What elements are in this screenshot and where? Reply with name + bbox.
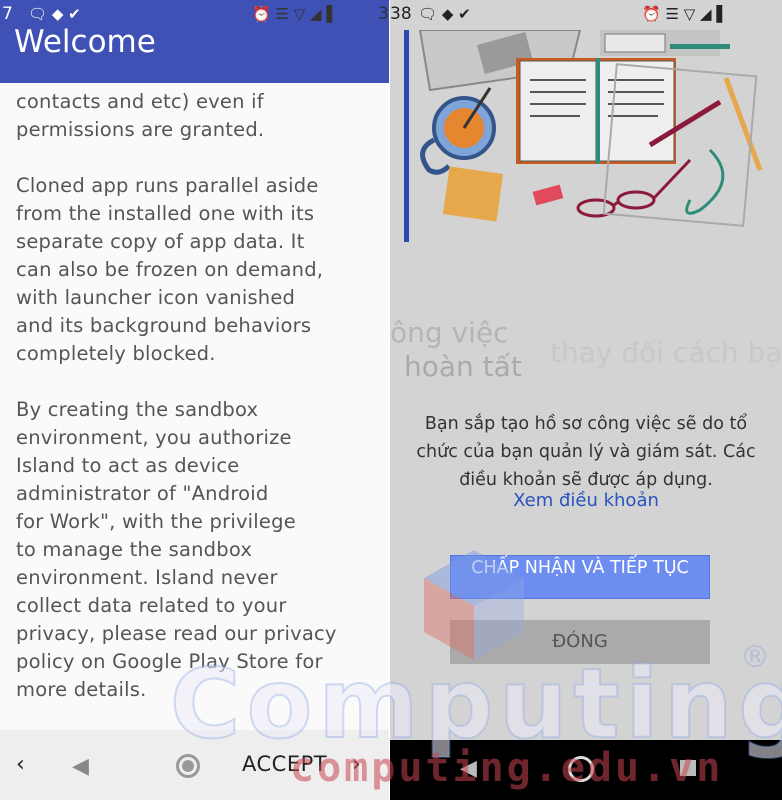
check-icon: ✔	[68, 5, 81, 23]
alarm-icon: ⏰	[642, 5, 661, 23]
ruler-shape	[670, 44, 730, 49]
alarm-icon: ⏰	[252, 5, 271, 23]
status-time: 7	[2, 4, 13, 24]
welcome-description: contacts and etc) even if permissions ar…	[16, 88, 376, 732]
system-icons: ⏰ ☰ ▽ ◢ ▌	[252, 5, 338, 23]
wifi-icon: ▽	[683, 5, 696, 23]
paper-shape	[604, 33, 666, 53]
ghost-subheading: thay đổi cách bạn là	[550, 336, 782, 369]
notification-icons: 🗨 ◆ ✔	[418, 5, 471, 23]
ghost-heading: ông việc	[390, 316, 509, 349]
signal-icon: ◢	[700, 5, 712, 23]
view-terms-link[interactable]: Xem điều khoản	[390, 490, 782, 511]
previous-button[interactable]: ‹	[16, 752, 25, 777]
usb-drive	[532, 184, 564, 206]
page-title: Welcome	[14, 24, 156, 60]
watermark-logo	[424, 550, 524, 660]
desk-illustration	[404, 30, 763, 242]
book-page-left	[519, 60, 597, 162]
paragraph-permissions: contacts and etc) even if permissions ar…	[16, 90, 265, 141]
bookmark	[596, 58, 600, 164]
signal-icon: ◢	[310, 5, 322, 23]
battery-icon: ▌	[716, 5, 728, 23]
watermark-registered: ®	[740, 640, 770, 675]
status-time: 38	[390, 4, 412, 24]
vibrate-icon: ☰	[275, 5, 289, 23]
watermark-url: computing.edu.vn	[290, 745, 724, 791]
shield-icon: ◆	[51, 5, 64, 23]
cable	[685, 148, 725, 215]
paragraph-clone: Cloned app runs parallel aside from the …	[16, 174, 324, 365]
sticky-note	[442, 166, 504, 222]
status-bar: 38 🗨 ◆ ✔ ⏰ ☰ ▽ ◢ ▌	[390, 0, 782, 30]
wifi-icon: ▽	[293, 5, 306, 23]
watermark-brand: Computing	[169, 647, 782, 761]
vibrate-icon: ☰	[665, 5, 679, 23]
glasses	[576, 158, 692, 218]
work-profile-info: Bạn sắp tạo hồ sơ công việc sẽ do tổ chứ…	[416, 414, 756, 490]
ghost-heading-2: hoàn tất	[404, 350, 522, 383]
back-icon[interactable]: ◀	[72, 754, 89, 779]
battery-icon: ▌	[326, 5, 338, 23]
shield-icon: ◆	[441, 5, 454, 23]
messenger-icon: 🗨	[28, 5, 48, 23]
check-icon: ✔	[458, 5, 471, 23]
messenger-icon: 🗨	[418, 5, 438, 23]
blue-bar	[404, 30, 409, 242]
notification-icons: 🗨 ◆ ✔	[28, 5, 81, 23]
system-icons: ⏰ ☰ ▽ ◢ ▌	[642, 5, 728, 23]
